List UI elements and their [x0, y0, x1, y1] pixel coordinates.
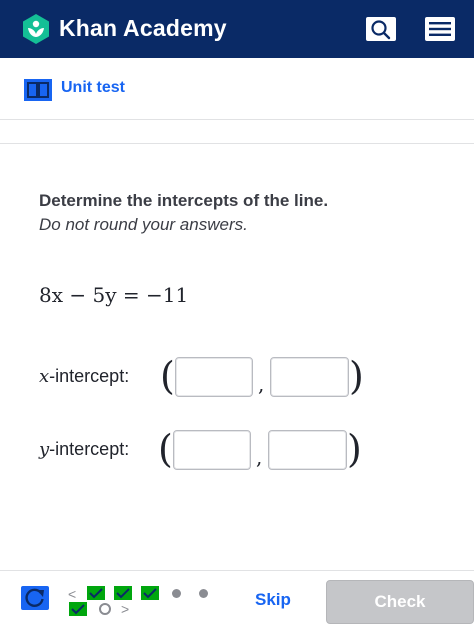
- khan-leaf-icon[interactable]: [20, 13, 52, 45]
- equation: 8x − 5y = −11: [39, 283, 189, 307]
- x-close-paren: ): [349, 354, 364, 398]
- skip-button[interactable]: Skip: [255, 590, 291, 610]
- check-button[interactable]: Check: [326, 580, 474, 624]
- x-variable: x: [39, 366, 50, 387]
- menu-button[interactable]: [425, 17, 455, 41]
- restart-icon: [25, 588, 44, 607]
- progress-check-icon[interactable]: [114, 586, 132, 600]
- question-prompt: Determine the intercepts of the line.: [39, 191, 329, 210]
- unit-test-link[interactable]: Unit test: [61, 79, 125, 97]
- x-intercept-y-input[interactable]: [270, 357, 349, 397]
- search-button[interactable]: [366, 17, 396, 41]
- progress-dot-icon[interactable]: [172, 589, 181, 598]
- brand-name[interactable]: Khan Academy: [59, 15, 227, 42]
- search-icon: [371, 20, 391, 40]
- progress-dot-icon[interactable]: [199, 589, 208, 598]
- x-intercept-x-input[interactable]: [175, 357, 253, 397]
- x-intercept-suffix: -intercept:: [49, 366, 130, 386]
- y-variable: y: [39, 439, 50, 460]
- y-intercept-label: y-intercept:: [39, 439, 129, 460]
- breadcrumb: Unit test: [0, 58, 474, 120]
- hamburger-menu-icon: [429, 22, 451, 36]
- progress-check-icon[interactable]: [69, 602, 87, 616]
- top-bar: Khan Academy: [0, 0, 474, 58]
- book-icon[interactable]: [24, 79, 52, 101]
- x-comma: ,: [258, 372, 265, 396]
- x-open-paren: (: [160, 354, 175, 398]
- progress-check-icon[interactable]: [141, 586, 159, 600]
- restart-button[interactable]: [21, 586, 49, 610]
- section-divider: [0, 143, 474, 144]
- y-comma: ,: [256, 445, 263, 469]
- y-close-paren: ): [347, 427, 362, 471]
- y-intercept-x-input[interactable]: [173, 430, 251, 470]
- x-intercept-label: x-intercept:: [39, 366, 129, 387]
- y-intercept-y-input[interactable]: [268, 430, 347, 470]
- y-intercept-suffix: -intercept:: [49, 439, 130, 459]
- y-open-paren: (: [158, 427, 173, 471]
- progress-next-arrow[interactable]: >: [121, 601, 129, 617]
- question-instruction: Do not round your answers.: [39, 215, 248, 234]
- progress-current-icon[interactable]: [99, 603, 111, 615]
- progress-check-icon[interactable]: [87, 586, 105, 600]
- progress-prev-arrow[interactable]: <: [68, 586, 76, 602]
